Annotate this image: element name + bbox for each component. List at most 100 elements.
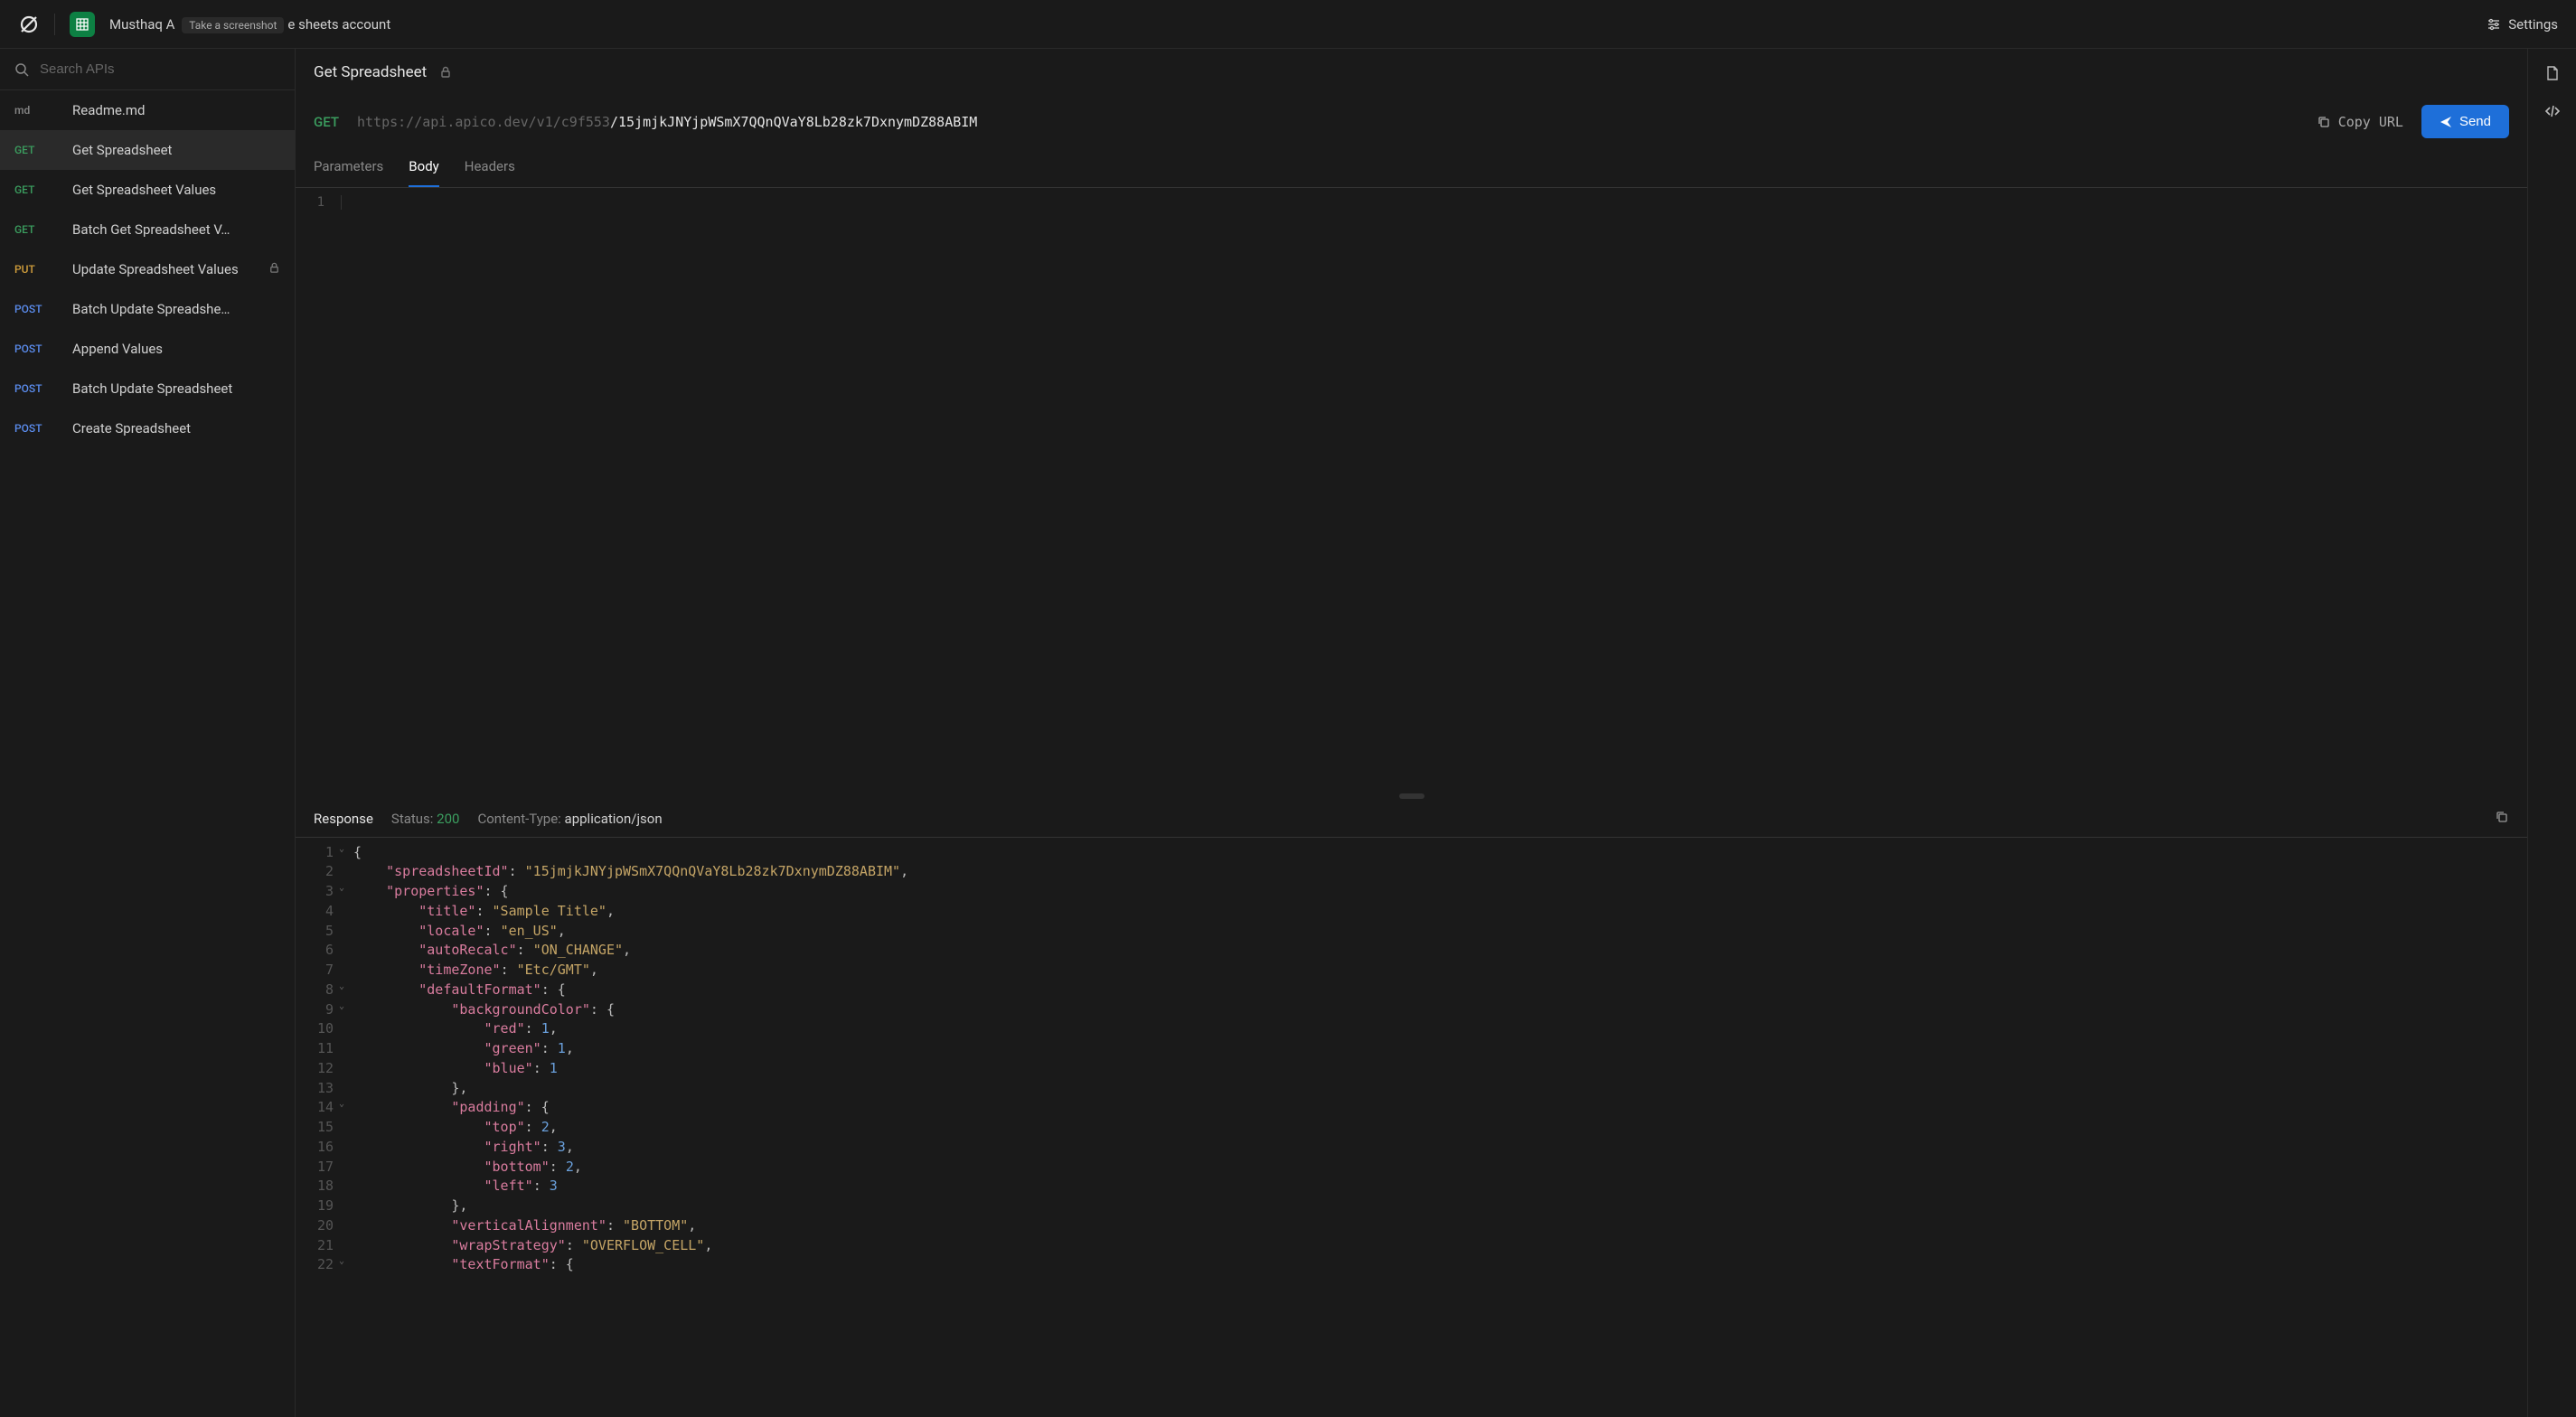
sheets-app-icon[interactable] xyxy=(70,12,95,37)
response-content-type: Content-Type: application/json xyxy=(477,811,662,827)
json-line: 15 "top": 2, xyxy=(296,1118,2527,1138)
json-line-number: 3⌄ xyxy=(296,882,341,902)
document-icon[interactable] xyxy=(2544,65,2561,85)
json-line-content: "left": 3 xyxy=(341,1177,2527,1196)
api-list-item[interactable]: GETGet Spreadsheet Values xyxy=(0,170,295,210)
json-line: 14⌄ "padding": { xyxy=(296,1098,2527,1118)
send-label: Send xyxy=(2459,114,2491,129)
api-list-item[interactable]: PUTUpdate Spreadsheet Values xyxy=(0,249,295,289)
json-line-content: "red": 1, xyxy=(341,1019,2527,1039)
response-status: Status: 200 xyxy=(391,811,460,827)
json-line-content: }, xyxy=(341,1196,2527,1216)
fold-icon[interactable]: ⌄ xyxy=(339,1000,344,1014)
json-line-number: 16 xyxy=(296,1138,341,1158)
json-line-content: "top": 2, xyxy=(341,1118,2527,1138)
api-method-badge: GET xyxy=(14,183,54,196)
api-list-item[interactable]: mdReadme.md xyxy=(0,90,295,130)
response-body[interactable]: 1⌄{2 "spreadsheetId": "15jmjkJNYjpWSmX7Q… xyxy=(296,837,2527,1417)
json-line-number: 6 xyxy=(296,941,341,961)
json-line-number: 8⌄ xyxy=(296,981,341,1000)
json-line-content: "blue": 1 xyxy=(341,1059,2527,1079)
body-editor[interactable]: 1 xyxy=(296,188,2527,217)
settings-label: Settings xyxy=(2508,16,2558,33)
json-line: 20 "verticalAlignment": "BOTTOM", xyxy=(296,1216,2527,1236)
json-line-content: "locale": "en_US", xyxy=(341,922,2527,942)
api-list-item[interactable]: GETBatch Get Spreadsheet V… xyxy=(0,210,295,249)
json-line-content: "properties": { xyxy=(341,882,2527,902)
api-list-item[interactable]: POSTAppend Values xyxy=(0,329,295,369)
code-icon[interactable] xyxy=(2544,103,2561,123)
api-list-item[interactable]: GETGet Spreadsheet xyxy=(0,130,295,170)
api-item-name: Create Spreadsheet xyxy=(72,420,280,436)
tab-body[interactable]: Body xyxy=(409,147,438,187)
url-display[interactable]: https://api.apico.dev/v1/c9f553/15jmjkJN… xyxy=(357,114,2299,130)
copy-response-button[interactable] xyxy=(2495,810,2509,828)
json-line-number: 15 xyxy=(296,1118,341,1138)
json-line-content: "defaultFormat": { xyxy=(341,981,2527,1000)
panel-resizer[interactable] xyxy=(296,792,2527,801)
json-line-number: 12 xyxy=(296,1059,341,1079)
json-line-content: "right": 3, xyxy=(341,1138,2527,1158)
json-line: 5 "locale": "en_US", xyxy=(296,922,2527,942)
copy-icon xyxy=(2495,810,2509,824)
json-line-content: "textFormat": { xyxy=(341,1255,2527,1275)
main-panel: Get Spreadsheet GET https://api.apico.de… xyxy=(296,49,2527,1417)
json-line: 18 "left": 3 xyxy=(296,1177,2527,1196)
response-header: Response Status: 200 Content-Type: appli… xyxy=(296,801,2527,837)
json-line: 8⌄ "defaultFormat": { xyxy=(296,981,2527,1000)
search-input[interactable] xyxy=(40,61,280,77)
topbar: Musthaq A Take a screenshote sheets acco… xyxy=(0,0,2576,49)
fold-icon[interactable]: ⌄ xyxy=(339,1098,344,1112)
json-line-content: "spreadsheetId": "15jmjkJNYjpWSmX7QQnQVa… xyxy=(341,862,2527,882)
copy-url-label: Copy URL xyxy=(2338,114,2403,130)
url-base: https://api.apico.dev/v1/c9f553 xyxy=(357,114,610,130)
json-line-number: 17 xyxy=(296,1158,341,1178)
request-row: GET https://api.apico.dev/v1/c9f553/15jm… xyxy=(296,96,2527,147)
api-list-item[interactable]: POST Create Spreadsheet xyxy=(0,408,295,448)
json-line-number: 5 xyxy=(296,922,341,942)
search-row xyxy=(0,49,295,90)
api-method-badge: GET xyxy=(14,144,54,156)
account-name: Musthaq A Take a screenshote sheets acco… xyxy=(109,16,390,33)
fold-icon[interactable]: ⌄ xyxy=(339,981,344,994)
response-label: Response xyxy=(314,811,373,827)
api-item-name: Batch Update Spreadsheet xyxy=(72,380,280,397)
json-line-content: "timeZone": "Etc/GMT", xyxy=(341,961,2527,981)
send-icon xyxy=(2440,116,2452,128)
json-line: 17 "bottom": 2, xyxy=(296,1158,2527,1178)
main-header: Get Spreadsheet xyxy=(296,49,2527,96)
request-method[interactable]: GET xyxy=(314,114,339,130)
screenshot-hint: Take a screenshot xyxy=(182,17,284,33)
json-line: 19 }, xyxy=(296,1196,2527,1216)
api-item-name: Batch Update Spreadshe… xyxy=(72,301,280,317)
copy-url-button[interactable]: Copy URL xyxy=(2317,114,2403,130)
fold-icon[interactable]: ⌄ xyxy=(339,1255,344,1269)
json-line-number: 13 xyxy=(296,1079,341,1099)
api-list-item[interactable]: POSTBatch Update Spreadsheet xyxy=(0,369,295,408)
api-list-item[interactable]: POSTBatch Update Spreadshe… xyxy=(0,289,295,329)
json-line: 2 "spreadsheetId": "15jmjkJNYjpWSmX7QQnQ… xyxy=(296,862,2527,882)
page-title: Get Spreadsheet xyxy=(314,63,427,81)
settings-button[interactable]: Settings xyxy=(2487,16,2558,33)
json-line-content: "title": "Sample Title", xyxy=(341,902,2527,922)
json-line: 4 "title": "Sample Title", xyxy=(296,902,2527,922)
app-logo-icon[interactable] xyxy=(18,14,40,35)
body-line-content[interactable] xyxy=(341,195,2527,210)
body-line-number: 1 xyxy=(296,195,341,210)
sliders-icon xyxy=(2487,17,2501,32)
api-method-badge: PUT xyxy=(14,263,54,276)
json-line-number: 14⌄ xyxy=(296,1098,341,1118)
api-method-badge: POST xyxy=(14,422,54,435)
copy-icon xyxy=(2317,115,2331,129)
tab-parameters[interactable]: Parameters xyxy=(314,147,383,187)
json-line-number: 10 xyxy=(296,1019,341,1039)
api-item-name: Append Values xyxy=(72,341,280,357)
json-line: 12 "blue": 1 xyxy=(296,1059,2527,1079)
fold-icon[interactable]: ⌄ xyxy=(339,843,344,857)
json-line: 11 "green": 1, xyxy=(296,1039,2527,1059)
fold-icon[interactable]: ⌄ xyxy=(339,882,344,896)
tab-headers[interactable]: Headers xyxy=(465,147,515,187)
send-button[interactable]: Send xyxy=(2421,105,2509,138)
url-path: /15jmjkJNYjpWSmX7QQnQVaY8Lb28zk7DxnymDZ8… xyxy=(610,114,977,130)
api-item-name: Readme.md xyxy=(72,102,280,118)
